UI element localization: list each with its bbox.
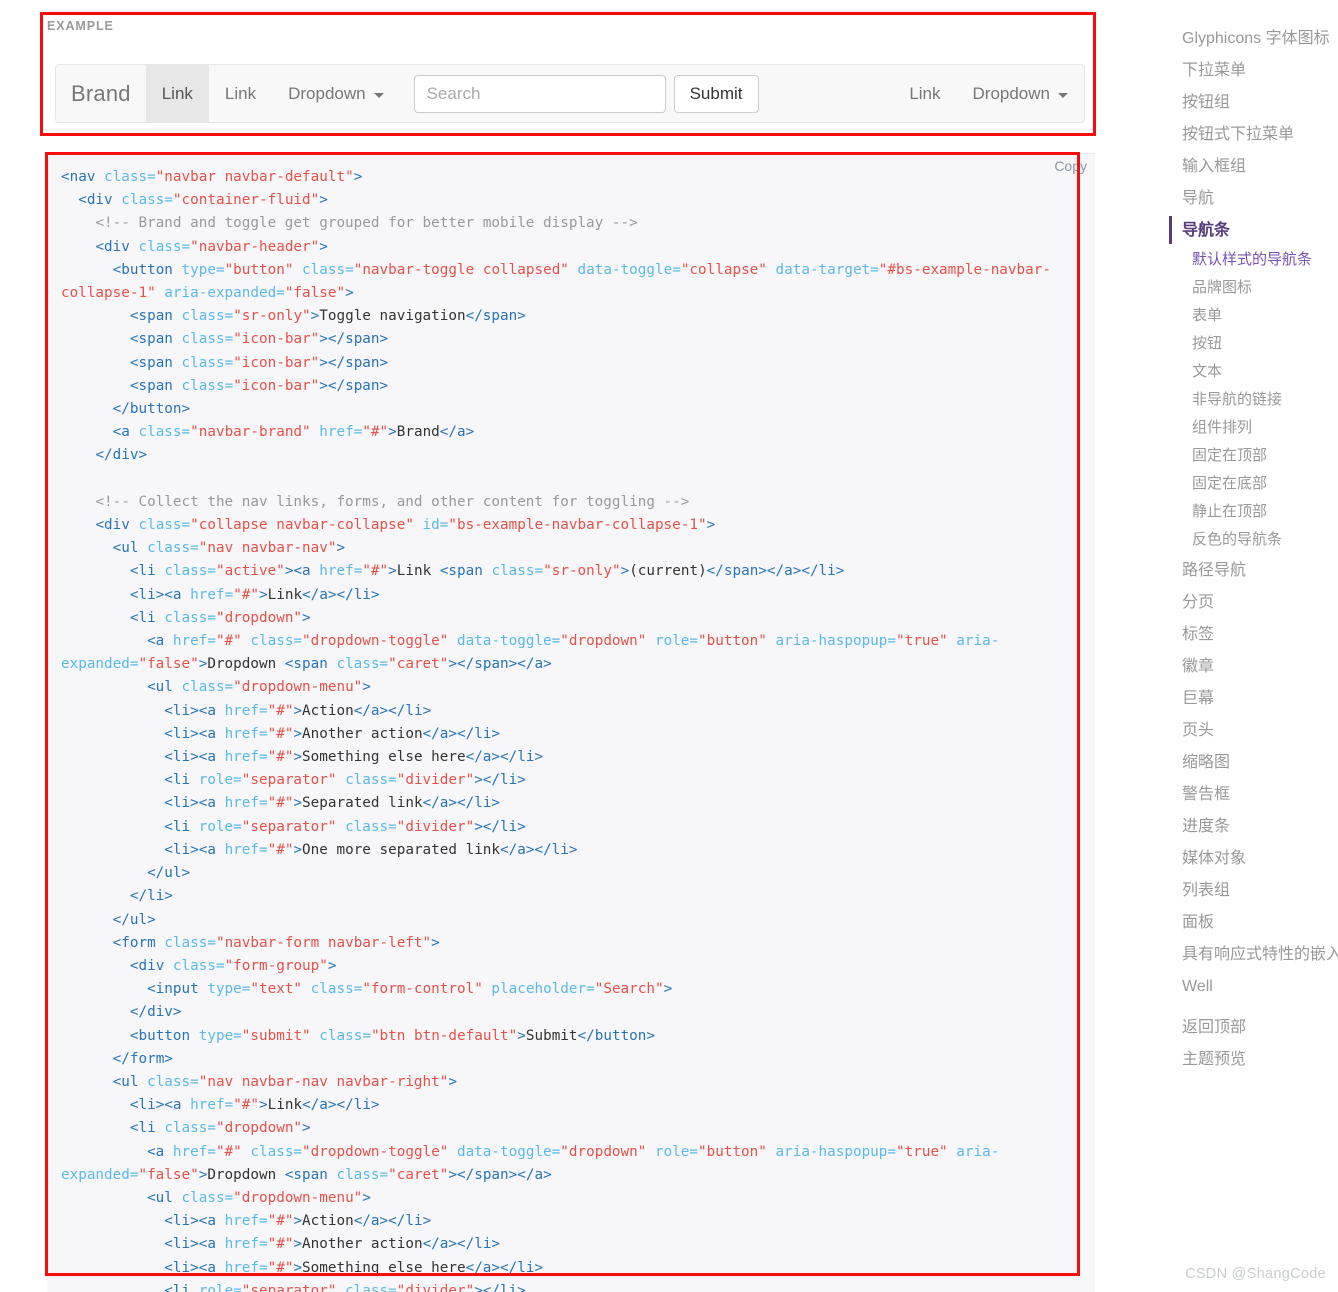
- sidebar-item-11[interactable]: 巨幕: [1160, 682, 1338, 714]
- sidebar-subitem-6-1[interactable]: 品牌图标: [1160, 274, 1338, 302]
- sidebar-item-5[interactable]: 导航: [1160, 182, 1338, 214]
- sidebar-item-18[interactable]: 面板: [1160, 906, 1338, 938]
- example-label: EXAMPLE: [47, 19, 114, 33]
- sidebar-item-15[interactable]: 进度条: [1160, 810, 1338, 842]
- sidebar-item-13[interactable]: 缩略图: [1160, 746, 1338, 778]
- sidebar-subitem-6-8[interactable]: 固定在底部: [1160, 470, 1338, 498]
- page-root: EXAMPLE Brand Link Link Dropdown Submit …: [0, 0, 1338, 1292]
- sidebar-subitem-6-5[interactable]: 非导航的链接: [1160, 386, 1338, 414]
- sidebar-list: Glyphicons 字体图标下拉菜单按钮组按钮式下拉菜单输入框组导航导航条默认…: [1160, 22, 1338, 1075]
- sidebar-subitem-6-10[interactable]: 反色的导航条: [1160, 526, 1338, 554]
- sidebar-footer-item-1[interactable]: 主题预览: [1160, 1043, 1338, 1075]
- navbar-spacer: [773, 65, 894, 122]
- sidebar-item-9[interactable]: 标签: [1160, 618, 1338, 650]
- code-source[interactable]: <nav class="navbar navbar-default"> <div…: [55, 166, 1079, 1292]
- copy-button[interactable]: Copy: [1054, 158, 1087, 174]
- sidebar-subitem-6-0[interactable]: 默认样式的导航条: [1160, 246, 1338, 274]
- sidebar-footer-item-0[interactable]: 返回顶部: [1160, 1011, 1338, 1043]
- sidebar-item-4[interactable]: 输入框组: [1160, 150, 1338, 182]
- submit-button[interactable]: Submit: [674, 75, 759, 113]
- sidebar-subitem-6-3[interactable]: 按钮: [1160, 330, 1338, 358]
- sidebar-item-1[interactable]: 下拉菜单: [1160, 54, 1338, 86]
- navbar-link-2[interactable]: Link: [209, 65, 272, 122]
- navbar-search-form: Submit: [400, 65, 773, 122]
- sidebar-item-14[interactable]: 警告框: [1160, 778, 1338, 810]
- watermark: CSDN @ShangCode: [1185, 1266, 1326, 1282]
- sidebar-item-12[interactable]: 页头: [1160, 714, 1338, 746]
- sidebar-item-3[interactable]: 按钮式下拉菜单: [1160, 118, 1338, 150]
- navbar-dropdown-right-label: Dropdown: [973, 84, 1051, 104]
- sidebar-item-10[interactable]: 徽章: [1160, 650, 1338, 682]
- sidebar-item-2[interactable]: 按钮组: [1160, 86, 1338, 118]
- sidebar-item-20[interactable]: Well: [1160, 970, 1338, 1002]
- sidebar-nav: Glyphicons 字体图标下拉菜单按钮组按钮式下拉菜单输入框组导航导航条默认…: [1160, 0, 1338, 1292]
- navbar-link-right[interactable]: Link: [893, 65, 956, 122]
- sidebar-subitem-6-2[interactable]: 表单: [1160, 302, 1338, 330]
- sidebar-subitem-6-9[interactable]: 静止在顶部: [1160, 498, 1338, 526]
- sidebar-sublist-6: 默认样式的导航条品牌图标表单按钮文本非导航的链接组件排列固定在顶部固定在底部静止…: [1160, 246, 1338, 554]
- sidebar-subitem-6-7[interactable]: 固定在顶部: [1160, 442, 1338, 470]
- sidebar-item-7[interactable]: 路径导航: [1160, 554, 1338, 586]
- sidebar-item-17[interactable]: 列表组: [1160, 874, 1338, 906]
- main-content: EXAMPLE Brand Link Link Dropdown Submit …: [0, 0, 1160, 1292]
- navbar-dropdown-left-label: Dropdown: [288, 84, 366, 104]
- sidebar-item-0[interactable]: Glyphicons 字体图标: [1160, 22, 1338, 54]
- navbar-dropdown-left[interactable]: Dropdown: [272, 65, 400, 122]
- search-input[interactable]: [414, 75, 666, 113]
- navbar-link-1[interactable]: Link: [146, 65, 209, 122]
- sidebar-item-6[interactable]: 导航条: [1160, 214, 1338, 246]
- sidebar-item-19[interactable]: 具有响应式特性的嵌入: [1160, 938, 1338, 970]
- code-block: Copy <nav class="navbar navbar-default">…: [47, 153, 1095, 1292]
- sidebar-subitem-6-4[interactable]: 文本: [1160, 358, 1338, 386]
- sidebar-subitem-6-6[interactable]: 组件排列: [1160, 414, 1338, 442]
- sidebar-divider: [1160, 1002, 1338, 1011]
- navbar-dropdown-right[interactable]: Dropdown: [957, 65, 1085, 122]
- sidebar-item-16[interactable]: 媒体对象: [1160, 842, 1338, 874]
- caret-down-icon: [1058, 93, 1068, 98]
- navbar-preview: Brand Link Link Dropdown Submit Link Dro…: [55, 64, 1085, 123]
- navbar-brand-link[interactable]: Brand: [56, 65, 146, 122]
- caret-down-icon: [374, 93, 384, 98]
- sidebar-item-8[interactable]: 分页: [1160, 586, 1338, 618]
